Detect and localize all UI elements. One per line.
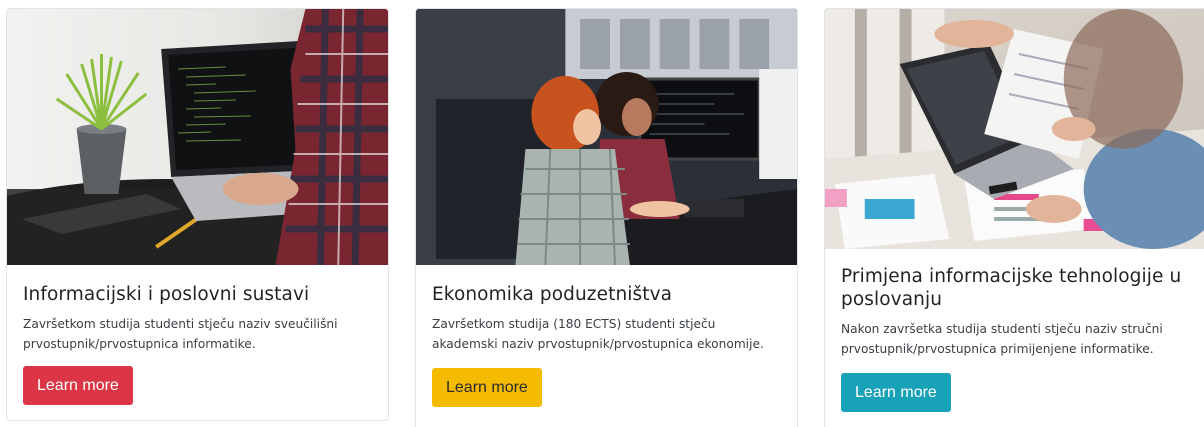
card-body: Informacijski i poslovni sustavi Završet… (23, 283, 372, 405)
program-card-primjena-it: Primjena informacijske tehnologije u pos… (824, 8, 1204, 427)
card-image-business-documents (825, 9, 1204, 249)
learn-more-button[interactable]: Learn more (841, 373, 951, 412)
card-body: Primjena informacijske tehnologije u pos… (841, 265, 1190, 412)
program-card-ekonomika: Ekonomika poduzetništva Završetkom studi… (415, 8, 798, 427)
card-image-women-at-computers (416, 9, 797, 265)
card-title: Primjena informacijske tehnologije u pos… (841, 266, 1182, 310)
card-text: Završetkom studija studenti stječu naziv… (23, 317, 338, 351)
card-text: Nakon završetka studija studenti stječu … (841, 322, 1163, 356)
card-body: Ekonomika poduzetništva Završetkom studi… (432, 283, 781, 407)
card-title: Ekonomika poduzetništva (432, 284, 673, 305)
learn-more-button[interactable]: Learn more (23, 366, 133, 405)
card-title: Informacijski i poslovni sustavi (23, 284, 310, 305)
card-text: Završetkom studija (180 ECTS) studenti s… (432, 317, 764, 351)
card-image-laptop-coding (7, 9, 388, 265)
program-card-informacijski: Informacijski i poslovni sustavi Završet… (6, 8, 389, 421)
learn-more-button[interactable]: Learn more (432, 368, 542, 407)
